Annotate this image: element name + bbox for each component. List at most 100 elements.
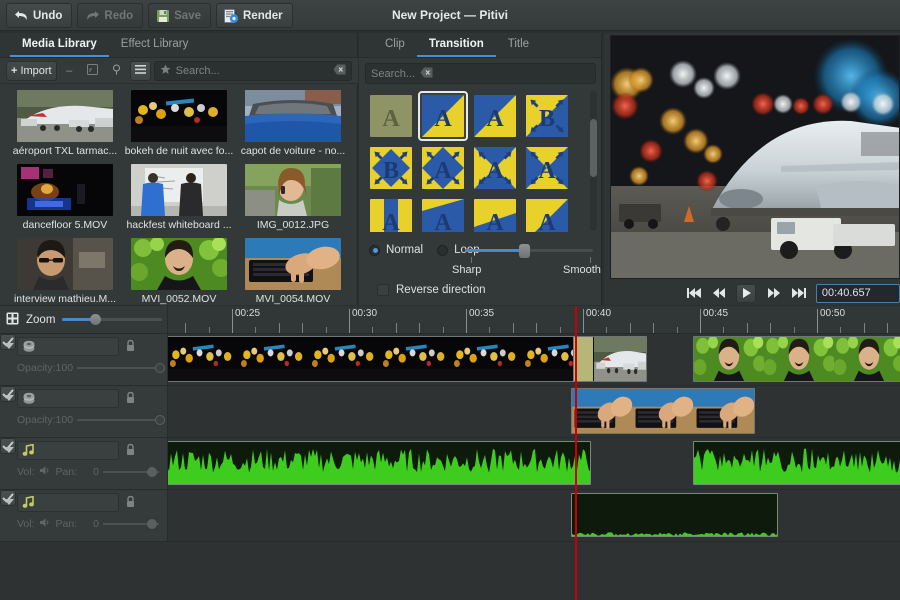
- pan-slider-knob[interactable]: [147, 467, 157, 477]
- pan-value: 0: [93, 466, 99, 478]
- reverse-direction-checkbox[interactable]: [377, 284, 389, 296]
- opacity-slider-knob[interactable]: [155, 415, 165, 425]
- track-header: Opacity:100: [0, 334, 168, 385]
- skip-backward-button[interactable]: [686, 285, 702, 301]
- clip-properties-button[interactable]: [82, 61, 103, 81]
- transition-thumbnail[interactable]: A: [523, 196, 571, 232]
- track-name-field[interactable]: [17, 493, 119, 512]
- track-lock-icon[interactable]: [125, 339, 140, 354]
- track-expander-icon[interactable]: [4, 343, 14, 349]
- preview-image: [611, 36, 900, 279]
- speaker-icon[interactable]: [39, 465, 52, 479]
- view-list-button[interactable]: [130, 61, 151, 81]
- ruler-minor-tick: [606, 327, 607, 333]
- track-name-field[interactable]: [17, 441, 119, 460]
- play-button[interactable]: [736, 284, 756, 303]
- playhead[interactable]: [575, 306, 577, 600]
- save-button[interactable]: Save: [148, 3, 211, 28]
- sharp-label: Sharp: [452, 264, 481, 276]
- track-lock-icon[interactable]: [125, 495, 140, 510]
- remove-clip-button[interactable]: –: [60, 61, 79, 81]
- tab-media-library[interactable]: Media Library: [10, 33, 109, 57]
- clear-search-icon[interactable]: [333, 64, 346, 78]
- media-item[interactable]: interview mathieu.M...: [8, 238, 122, 305]
- tab-effect-library[interactable]: Effect Library: [109, 33, 201, 57]
- timeline-clip[interactable]: [693, 336, 900, 382]
- timeline-clip[interactable]: [571, 388, 755, 434]
- rewind-button[interactable]: [711, 285, 727, 301]
- track-name-field[interactable]: [17, 337, 119, 356]
- timecode-field[interactable]: 00:40.657: [816, 284, 900, 303]
- track-expander-icon[interactable]: [4, 499, 14, 505]
- transition-thumbnail[interactable]: A: [523, 144, 571, 192]
- transition-thumbnail[interactable]: B: [523, 92, 571, 140]
- transition-thumbnail-selected[interactable]: A: [419, 92, 467, 140]
- pan-slider[interactable]: [103, 523, 159, 525]
- timeline-audio-clip[interactable]: [571, 493, 778, 537]
- transition-thumbnail[interactable]: A: [367, 92, 415, 140]
- transition-thumbnail[interactable]: A: [471, 144, 519, 192]
- track-clips-area[interactable]: [168, 490, 900, 541]
- border-slider-knob[interactable]: [519, 244, 530, 258]
- reverse-direction-checkbox-row[interactable]: Reverse direction: [377, 284, 485, 296]
- track-clips-area[interactable]: [168, 386, 900, 437]
- border-slider[interactable]: [465, 249, 593, 252]
- transition-thumbnail[interactable]: A: [419, 196, 467, 232]
- insert-at-end-button[interactable]: [106, 61, 127, 81]
- transition-thumbnail[interactable]: A: [471, 92, 519, 140]
- render-label: Render: [243, 10, 283, 22]
- tab-title[interactable]: Title: [496, 33, 541, 57]
- transition-thumbnail[interactable]: A: [471, 196, 519, 232]
- track-expander-icon[interactable]: [4, 395, 14, 401]
- opacity-slider-knob[interactable]: [155, 363, 165, 373]
- skip-forward-button[interactable]: [791, 285, 807, 301]
- media-item[interactable]: hackfest whiteboard ...: [122, 164, 236, 238]
- tab-transition[interactable]: Transition: [417, 33, 496, 57]
- opacity-slider[interactable]: [77, 367, 165, 369]
- render-button[interactable]: Render: [216, 3, 293, 28]
- zoom-slider[interactable]: [62, 318, 162, 321]
- transition-scrollbar[interactable]: [590, 91, 597, 231]
- transition-thumbnail[interactable]: B: [367, 144, 415, 192]
- tab-clip[interactable]: Clip: [373, 33, 417, 57]
- import-button[interactable]: + Import: [6, 61, 57, 81]
- fast-forward-button[interactable]: [765, 285, 781, 301]
- svg-text:A: A: [486, 158, 504, 184]
- zoom-slider-knob[interactable]: [90, 314, 101, 325]
- track-clips-area[interactable]: [168, 438, 900, 489]
- ruler-time-label: 00:45: [703, 308, 728, 319]
- radio-normal[interactable]: [369, 245, 380, 256]
- media-search-input[interactable]: Search...: [154, 61, 352, 81]
- speaker-icon[interactable]: [39, 517, 52, 531]
- opacity-slider[interactable]: [77, 419, 165, 421]
- redo-button[interactable]: Redo: [77, 3, 143, 28]
- ruler-minor-tick: [255, 327, 256, 333]
- media-item[interactable]: IMG_0012.JPG: [236, 164, 350, 238]
- track-clips-area[interactable]: [168, 334, 900, 385]
- transition-thumbnail[interactable]: A: [419, 144, 467, 192]
- media-item[interactable]: MVI_0052.MOV: [122, 238, 236, 305]
- media-item[interactable]: MVI_0054.MOV: [236, 238, 350, 305]
- media-item[interactable]: dancefloor 5.MOV: [8, 164, 122, 238]
- media-item-label: capot de voiture - no...: [241, 145, 345, 157]
- timeline-audio-clip[interactable]: [168, 441, 591, 485]
- transition-thumbnail[interactable]: A: [367, 196, 415, 232]
- track-lock-icon[interactable]: [125, 443, 140, 458]
- media-item[interactable]: capot de voiture - no...: [236, 90, 350, 164]
- timeline-clip[interactable]: [168, 336, 591, 382]
- pan-slider[interactable]: [103, 471, 159, 473]
- media-item[interactable]: bokeh de nuit avec fo...: [122, 90, 236, 164]
- timeline-audio-clip[interactable]: [693, 441, 900, 485]
- pan-slider-knob[interactable]: [147, 519, 157, 529]
- transition-search-input[interactable]: Search...: [365, 63, 596, 84]
- clear-search-icon[interactable]: [420, 67, 433, 81]
- undo-button[interactable]: Undo: [6, 3, 72, 28]
- timeline-clip[interactable]: [573, 336, 647, 382]
- media-item[interactable]: aéroport TXL tarmac...: [8, 90, 122, 164]
- track-name-field[interactable]: [17, 389, 119, 408]
- ruler-minor-tick: [887, 323, 888, 333]
- timeline-ruler[interactable]: 00:2500:3000:3500:4000:4500:50: [168, 306, 900, 334]
- track-expander-icon[interactable]: [4, 447, 14, 453]
- radio-loop[interactable]: [437, 245, 448, 256]
- track-lock-icon[interactable]: [125, 391, 140, 406]
